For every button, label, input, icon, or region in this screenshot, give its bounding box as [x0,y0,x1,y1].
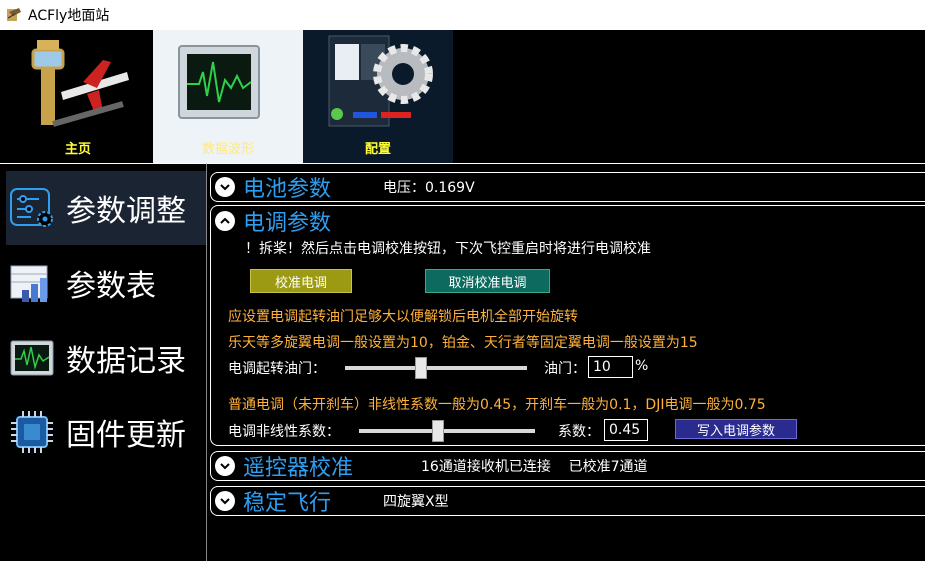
tab-config-label: 配置 [364,142,391,157]
nonlinear-slider-thumb[interactable] [432,420,445,442]
section-title: 遥控器校准 [243,456,354,481]
section-esc-header[interactable]: 电调参数 [210,205,925,236]
throttle-value-label: 油门： [544,361,586,377]
title-bar: ACFly地面站 [0,0,925,30]
sliders-settings-icon [8,184,56,232]
chevron-up-icon[interactable] [215,210,235,231]
tab-data-waveform-label: 数据波形 [201,142,254,157]
sidebar-item-param-adjust[interactable]: 参数调整 [6,171,206,245]
throttle-input[interactable]: 10 [588,356,633,378]
cancel-calibrate-esc-button[interactable]: 取消校准电调 [425,269,550,293]
section-esc-body: ！拆桨！然后点击电调校准按钮，下次飞控重启时将进行电调校准 校准电调 取消校准电… [210,235,925,446]
tab-data-waveform[interactable]: 数据波形 [153,30,303,163]
throttle-label: 电调起转油门： [228,361,326,377]
throttle-slider-thumb[interactable] [415,357,428,379]
throttle-slider-track[interactable] [345,366,527,370]
sidebar-item-label: 参数表 [66,269,156,304]
calibrate-esc-button[interactable]: 校准电调 [250,269,352,293]
sidebar-item-firmware-update[interactable]: 固件更新 [6,395,206,469]
nonlinear-label: 电调非线性系数： [228,424,340,440]
main-panel: 电池参数 电压：0.169V 电调参数 ！拆桨！然后点击电调校准按钮，下次飞控重… [207,163,925,561]
section-title: 电调参数 [243,210,332,236]
section-stable-flight-header[interactable]: 稳定飞行 四旋翼X型 [210,486,925,516]
section-rc-header[interactable]: 遥控器校准 16通道接收机已连接 已校准7通道 [210,451,925,481]
sidebar-item-data-log[interactable]: 数据记录 [6,321,206,395]
monitor-waveform-icon [178,45,260,119]
sidebar-item-label: 参数调整 [66,194,186,229]
rc-status: 16通道接收机已连接 已校准7通道 [421,459,648,475]
section-title: 稳定飞行 [243,491,332,516]
sidebar-item-label: 数据记录 [66,344,186,379]
chip-icon [8,408,56,456]
monitor-waveform-icon [8,334,56,382]
coef-label: 系数： [558,424,600,440]
tab-home[interactable]: 主页 [3,30,153,163]
esc-hint-types: 乐天等多旋翼电调一般设置为10，铂金、天行者等固定翼电调一般设置为15 [228,335,698,351]
gear-settings-icon [328,35,433,127]
coef-input[interactable]: 0.45 [604,419,648,441]
chevron-down-icon[interactable] [215,456,235,476]
sidebar-item-param-table[interactable]: 参数表 [6,246,206,320]
sidebar: 参数调整 参数表 数据记录 固件更新 [0,163,207,561]
bar-chart-icon [8,259,56,307]
battery-voltage: 电压：0.169V [383,180,475,196]
window-title: ACFly地面站 [28,8,110,24]
esc-hint-spin: 应设置电调起转油门足够大以便解锁后电机全部开始旋转 [228,309,578,325]
esc-notice: ！拆桨！然后点击电调校准按钮，下次飞控重启时将进行电调校准 [245,241,651,257]
sidebar-item-label: 固件更新 [66,418,186,453]
airport-tower-icon [31,40,129,127]
section-battery-header[interactable]: 电池参数 电压：0.169V [210,172,925,202]
section-title: 电池参数 [243,177,332,202]
tab-home-label: 主页 [64,142,91,157]
chevron-down-icon[interactable] [215,491,235,511]
chevron-down-icon[interactable] [215,177,235,197]
throttle-unit: % [635,358,649,374]
app-logo-icon [7,8,21,21]
write-esc-params-button[interactable]: 写入电调参数 [675,419,797,439]
airframe-type: 四旋翼X型 [383,494,449,510]
esc-hint-nonlinear: 普通电调（未开刹车）非线性系数一般为0.45，开刹车一般为0.1，DJI电调一般… [228,397,766,413]
main-toolbar: 主页 数据波形 配置 [0,30,925,163]
tab-config[interactable]: 配置 [303,30,453,163]
nonlinear-slider-track[interactable] [359,429,535,433]
